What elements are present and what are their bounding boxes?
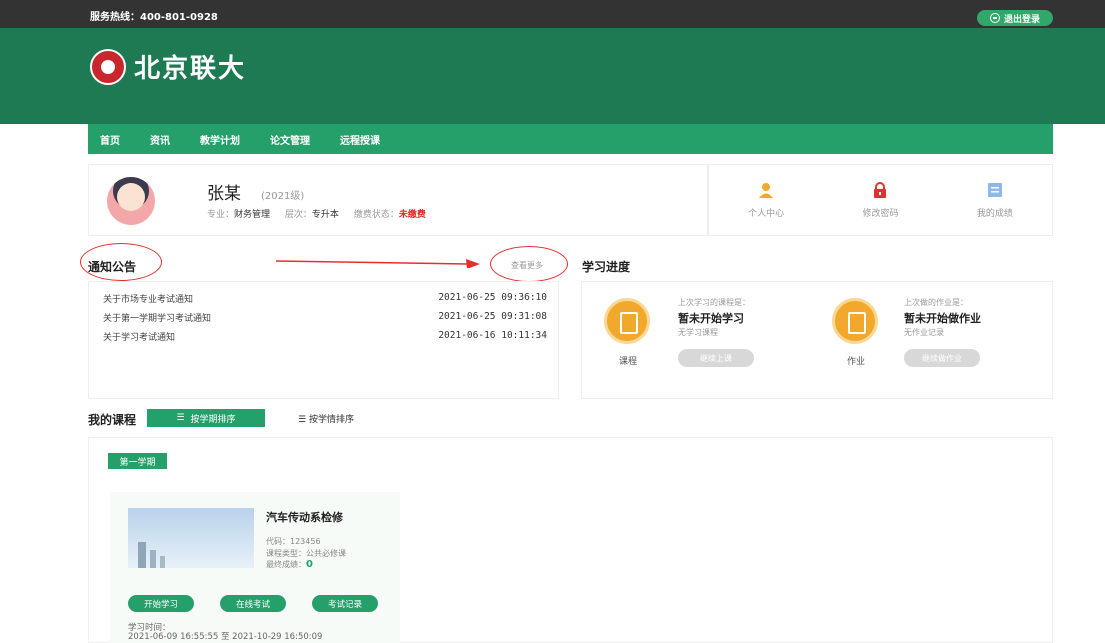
quick-link-change-password[interactable]: 修改密码 (823, 165, 937, 235)
annotation-arrow (276, 259, 480, 268)
course-code: 代码：123456 (266, 537, 321, 546)
course-thumbnail[interactable] (128, 508, 254, 568)
notice-item[interactable]: 关于第一学期学习考试通知 2021-06-25 09:31:08 (103, 311, 547, 324)
service-hotline: 服务热线：400-801-0928 (90, 12, 218, 23)
level-value: 专升本 (311, 210, 339, 220)
site-logo[interactable]: 北京联大 (90, 48, 246, 85)
site-header: 北京联大 (0, 28, 1105, 124)
annotation-circle-more (490, 246, 568, 282)
term-tag: 第一学期 (108, 453, 167, 469)
sort-by-status-tab[interactable]: ☰ 按学情排序 (298, 412, 354, 425)
grades-icon (987, 182, 1002, 197)
site-name: 北京联大 (134, 54, 247, 84)
main-nav: 首页 资讯 教学计划 论文管理 远程授课 (88, 124, 1053, 154)
progress-title: 学习进度 (582, 260, 631, 274)
major-value: 财务管理 (234, 210, 271, 220)
avatar (107, 177, 155, 225)
student-grade: (2021级) (261, 191, 305, 202)
sort-icon: ☰ (298, 415, 307, 425)
course-progress-icon (604, 298, 650, 344)
progress-panel: 课程 上次学习的课程是： 暂未开始学习 无学习课程 继续上课 作业 上次做的作业… (581, 281, 1053, 399)
annotation-circle-notice (80, 243, 162, 281)
exam-record-button[interactable]: 考试记录 (312, 595, 378, 612)
course-score: 最终成绩：0 (266, 559, 313, 570)
notice-item[interactable]: 关于学习考试通知 2021-06-16 10:11:34 (103, 330, 547, 343)
student-meta: 专业：财务管理 层次：专升本 缴费状态：未缴费 (207, 210, 426, 220)
logout-button[interactable]: 退出登录 (977, 10, 1053, 26)
logout-label: 退出登录 (1003, 14, 1040, 25)
continue-homework-button[interactable]: 继续做作业 (904, 349, 980, 367)
student-name: 张某 (207, 184, 241, 204)
logout-icon (989, 13, 1000, 23)
lock-icon (874, 181, 887, 198)
nav-item-teaching-plan[interactable]: 教学计划 (200, 132, 240, 147)
course-progress-status: 暂未开始学习 (678, 312, 744, 325)
start-study-button[interactable]: 开始学习 (128, 595, 194, 612)
profile-card: 张某 (2021级) 专业：财务管理 层次：专升本 缴费状态：未缴费 (88, 164, 708, 236)
quick-links: 个人中心 修改密码 我的成绩 (708, 164, 1053, 236)
homework-progress-status: 暂未开始做作业 (904, 312, 981, 325)
nav-item-thesis[interactable]: 论文管理 (270, 132, 310, 147)
course-type: 课程类型：公共必修课 (266, 549, 346, 558)
fee-status: 未缴费 (398, 210, 426, 220)
sort-by-term-tab[interactable]: ☰ 按学期排序 (147, 409, 265, 427)
sort-icon: ☰ (176, 413, 185, 423)
my-courses-title: 我的课程 (88, 413, 137, 427)
logo-seal-icon (90, 48, 126, 85)
nav-item-remote-class[interactable]: 远程授课 (340, 132, 380, 147)
course-name[interactable]: 汽车传动系检修 (266, 509, 343, 525)
notice-list: 关于市场专业考试通知 2021-06-25 09:36:10 关于第一学期学习考… (88, 281, 559, 399)
online-exam-button[interactable]: 在线考试 (220, 595, 286, 612)
quick-link-personal-center[interactable]: 个人中心 (709, 165, 823, 235)
user-icon (759, 182, 774, 198)
nav-item-news[interactable]: 资讯 (150, 132, 170, 147)
top-bar: 服务热线：400-801-0928 退出登录 (0, 0, 1105, 28)
notice-item[interactable]: 关于市场专业考试通知 2021-06-25 09:36:10 (103, 292, 547, 305)
homework-progress-icon (832, 298, 878, 344)
study-time-range: 2021-06-09 16:55:55 至 2021-10-29 16:50:0… (128, 632, 323, 642)
nav-item-home[interactable]: 首页 (100, 132, 120, 147)
quick-link-my-grades[interactable]: 我的成绩 (938, 165, 1052, 235)
continue-course-button[interactable]: 继续上课 (678, 349, 754, 367)
